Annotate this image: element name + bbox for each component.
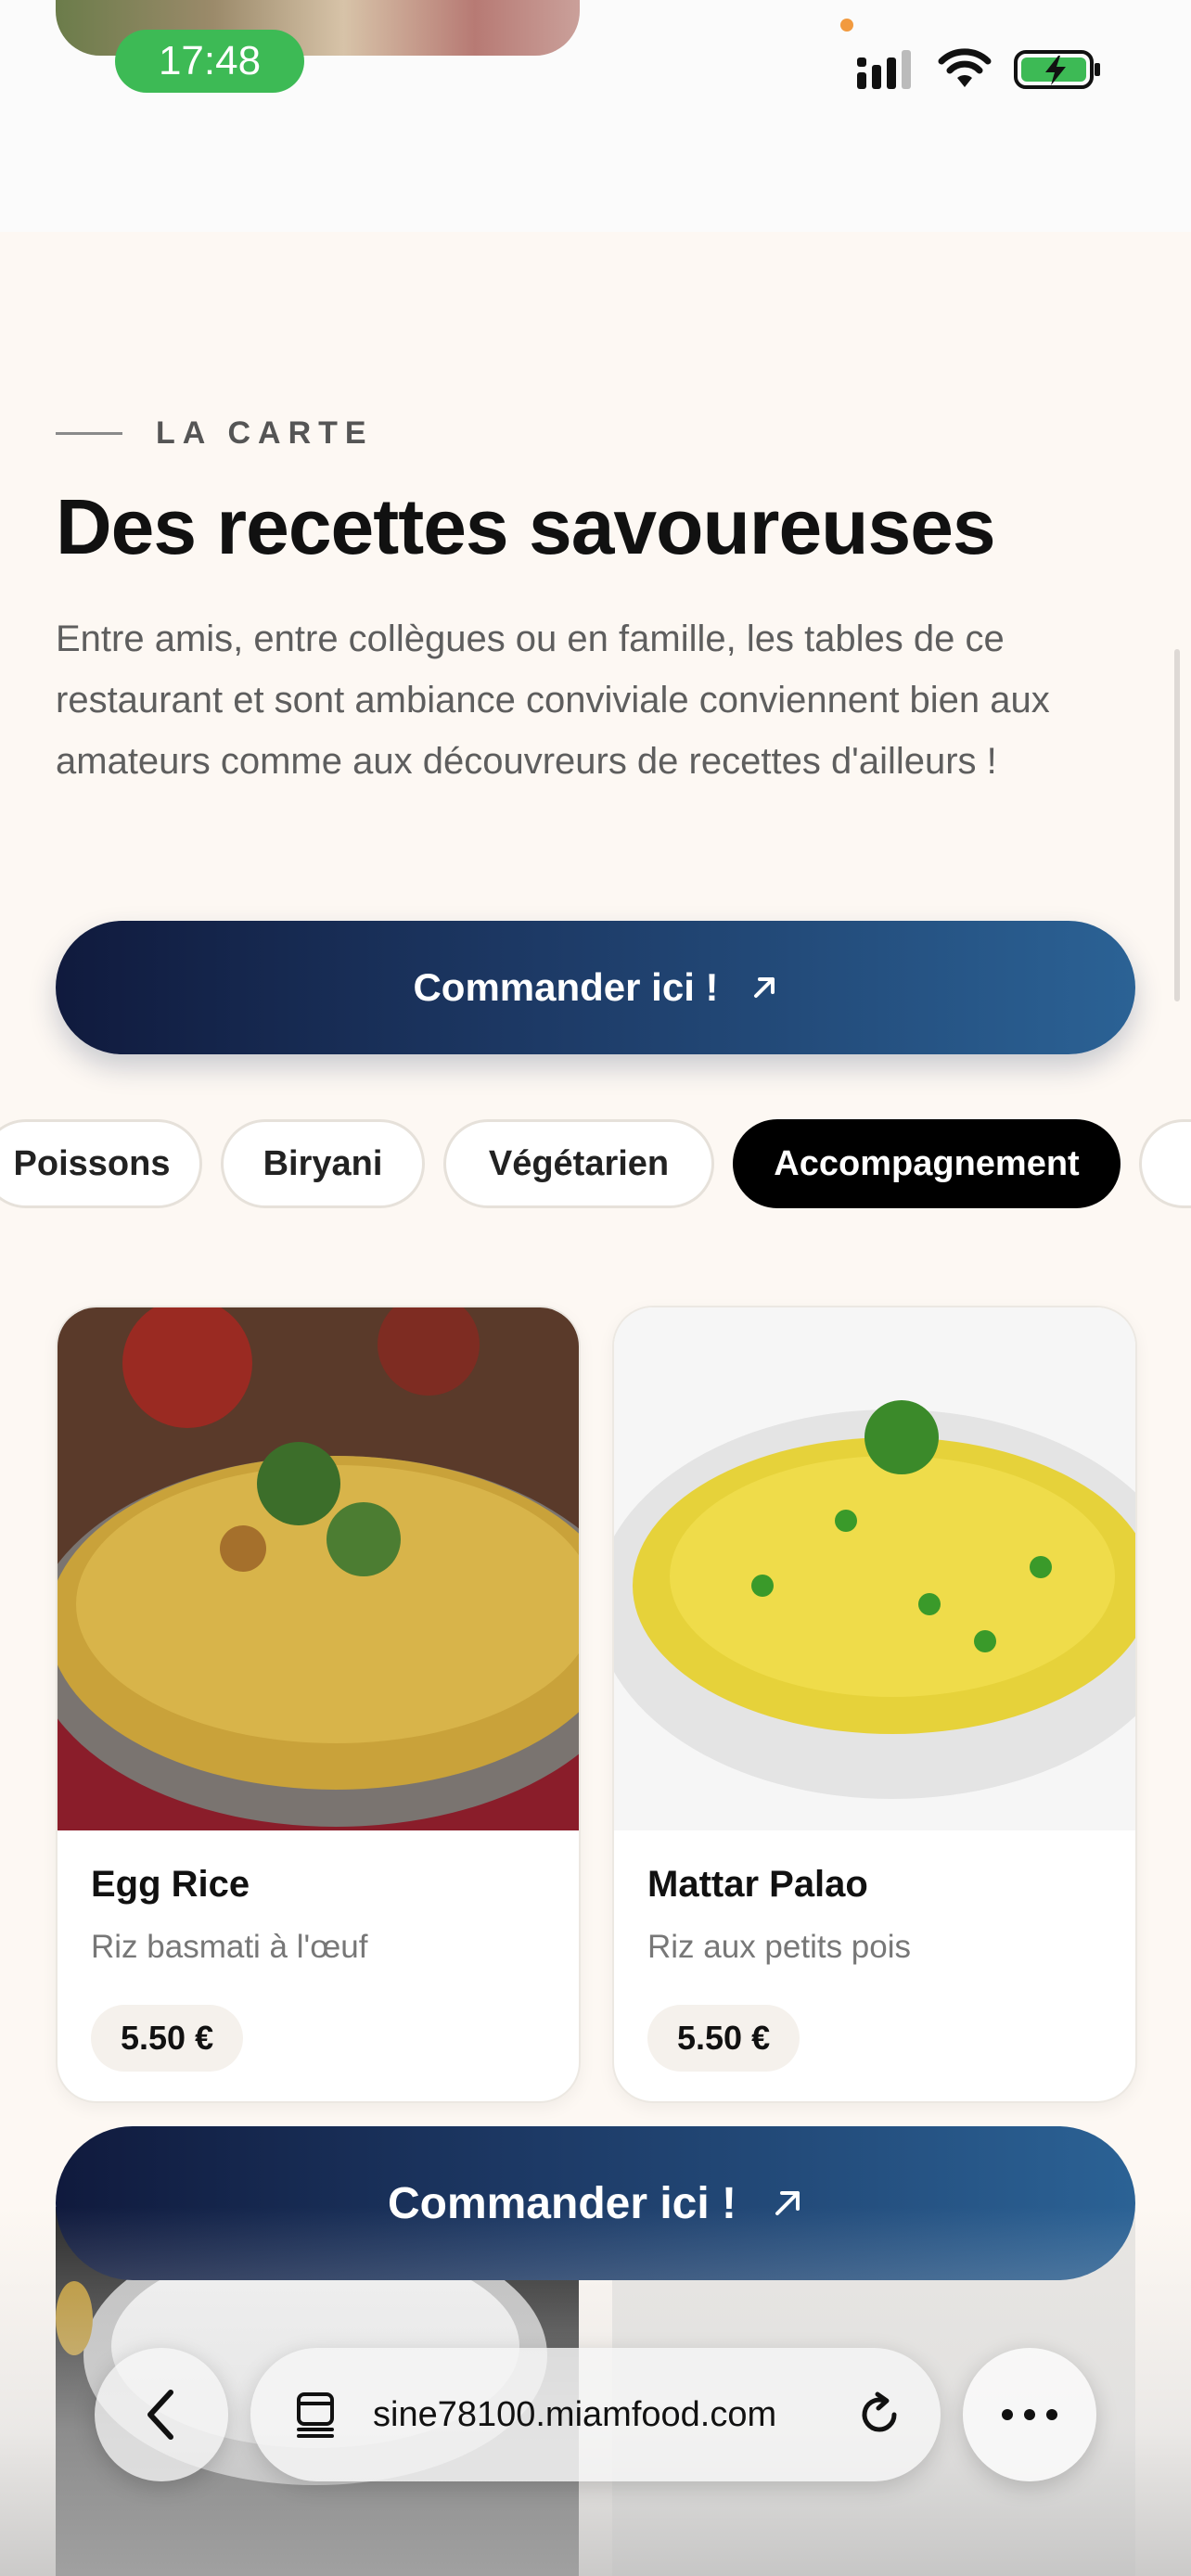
dish-description: Riz basmati à l'œuf bbox=[91, 1929, 368, 1965]
arrow-up-right-icon bbox=[753, 977, 775, 998]
status-bar: 17:48 bbox=[0, 0, 1191, 232]
order-button[interactable]: Commander ici ! bbox=[56, 921, 1135, 1054]
dish-price: 5.50 € bbox=[647, 2005, 800, 2072]
battery-charging-icon bbox=[1014, 50, 1100, 89]
wifi-icon bbox=[938, 48, 992, 87]
dish-name: Egg Rice bbox=[91, 1864, 250, 1905]
dish-photo-mattar-palao bbox=[614, 1307, 1135, 1830]
chip-poissons[interactable]: Poissons bbox=[0, 1119, 202, 1208]
chip-biryani[interactable]: Biryani bbox=[221, 1119, 425, 1208]
browser-more-button[interactable] bbox=[963, 2348, 1096, 2481]
eyebrow-text: LA CARTE bbox=[156, 415, 374, 451]
dish-description: Riz aux petits pois bbox=[647, 1929, 912, 1965]
order-button-label: Commander ici ! bbox=[413, 965, 719, 1009]
dish-name: Mattar Palao bbox=[647, 1864, 868, 1905]
section-description: Entre amis, entre collègues ou en famill… bbox=[56, 618, 1050, 782]
browser-back-button[interactable] bbox=[95, 2348, 228, 2481]
section-eyebrow: LA CARTE bbox=[56, 415, 374, 452]
category-chips: Poissons Biryani Végétarien Accompagneme… bbox=[0, 1119, 1191, 1208]
chip-next[interactable] bbox=[1139, 1119, 1191, 1208]
reload-icon[interactable] bbox=[855, 2391, 903, 2439]
privacy-indicator-dot bbox=[840, 19, 853, 32]
chevron-left-icon bbox=[147, 2390, 173, 2440]
dish-card-egg-rice[interactable]: Egg Rice Riz basmati à l'œuf 5.50 € bbox=[56, 1306, 581, 2103]
dish-photo-egg-rice bbox=[58, 1307, 579, 1830]
address-url[interactable]: sine78100.miamfood.com bbox=[373, 2395, 837, 2435]
section-title: Des recettes savoureuses bbox=[56, 483, 996, 570]
chip-vegetarien[interactable]: Végétarien bbox=[443, 1119, 714, 1208]
eyebrow-divider bbox=[56, 432, 122, 435]
signal-icon bbox=[857, 50, 911, 89]
scrollbar[interactable] bbox=[1174, 649, 1180, 1001]
tab-overview-icon bbox=[297, 2392, 334, 2438]
chip-accompagnement[interactable]: Accompagnement bbox=[733, 1119, 1121, 1208]
dish-card-mattar-palao[interactable]: Mattar Palao Riz aux petits pois 5.50 € bbox=[612, 1306, 1137, 2103]
status-time: 17:48 bbox=[115, 30, 304, 93]
dish-price: 5.50 € bbox=[91, 2005, 244, 2072]
address-bar[interactable]: sine78100.miamfood.com bbox=[250, 2348, 941, 2481]
more-dots-icon bbox=[1002, 2409, 1057, 2420]
